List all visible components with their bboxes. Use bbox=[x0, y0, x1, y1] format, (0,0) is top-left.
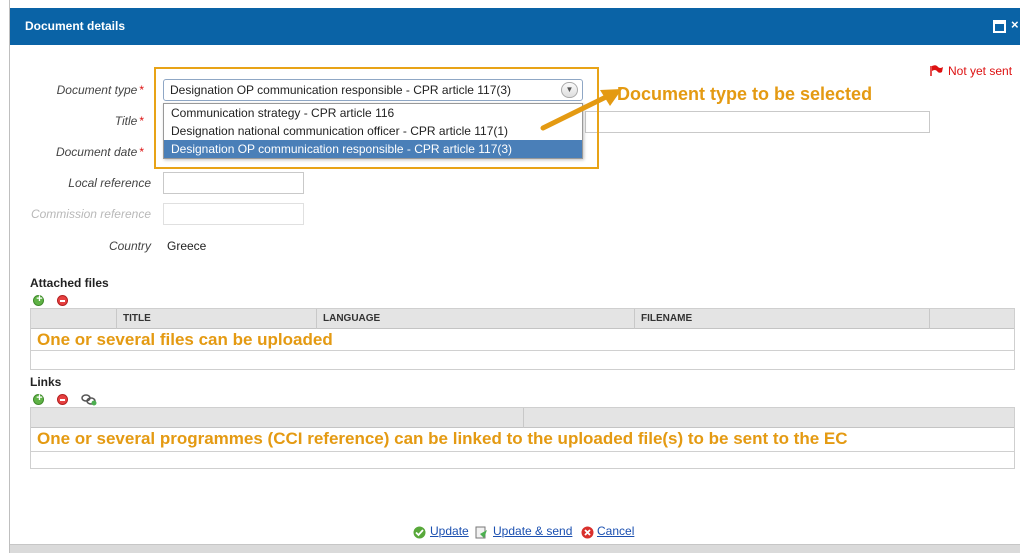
document-type-options: Communication strategy - CPR article 116… bbox=[163, 103, 583, 159]
check-icon bbox=[413, 526, 426, 539]
title-label: Title * bbox=[0, 114, 144, 128]
dialog-footer: Update Update & send Cancel bbox=[10, 524, 1020, 553]
send-icon bbox=[475, 526, 487, 539]
document-type-select[interactable]: Designation OP communication responsible… bbox=[163, 79, 583, 101]
local-reference-input[interactable] bbox=[163, 172, 304, 194]
dialog-title: Document details bbox=[25, 19, 126, 33]
add-file-icon[interactable] bbox=[33, 293, 45, 306]
close-icon[interactable]: × bbox=[1011, 17, 1019, 32]
column-header bbox=[31, 408, 523, 428]
required-marker: * bbox=[139, 145, 144, 159]
column-header bbox=[523, 408, 1014, 428]
grid-row-divider bbox=[31, 451, 1014, 452]
remove-link-icon[interactable] bbox=[57, 394, 68, 405]
required-marker: * bbox=[139, 114, 144, 128]
annotation-files: One or several files can be uploaded bbox=[37, 330, 333, 349]
flag-icon bbox=[930, 65, 943, 76]
remove-file-icon[interactable] bbox=[57, 295, 68, 306]
title-input[interactable] bbox=[585, 111, 930, 133]
local-reference-label: Local reference bbox=[68, 176, 151, 190]
status-text: Not yet sent bbox=[948, 64, 1013, 78]
commission-reference-input bbox=[163, 203, 304, 225]
status-badge: Not yet sent bbox=[930, 64, 1012, 78]
column-header-title[interactable]: TITLE bbox=[116, 309, 316, 329]
document-date-label: Document date * bbox=[0, 145, 144, 159]
document-details-dialog: Document details × Not yet sent Document… bbox=[10, 0, 1020, 553]
grid-row-divider bbox=[31, 350, 1014, 351]
document-type-label: Document type * bbox=[0, 83, 144, 97]
footer-bar bbox=[10, 544, 1020, 553]
document-type-selected-value: Designation OP communication responsible… bbox=[170, 83, 512, 97]
dialog-titlebar: Document details × bbox=[10, 8, 1020, 45]
add-link-icon[interactable] bbox=[33, 392, 45, 405]
required-marker: * bbox=[139, 83, 144, 97]
cancel-icon bbox=[581, 526, 594, 539]
document-type-option-selected[interactable]: Designation OP communication responsible… bbox=[164, 140, 582, 158]
maximize-icon[interactable] bbox=[993, 20, 1006, 33]
country-value: Greece bbox=[167, 239, 207, 253]
attached-files-header: TITLE LANGUAGE FILENAME bbox=[31, 309, 1014, 329]
commission-reference-label: Commission reference bbox=[30, 207, 151, 221]
document-type-option[interactable]: Designation national communication offic… bbox=[164, 122, 582, 140]
cancel-button[interactable]: Cancel bbox=[597, 524, 634, 538]
annotation-document-type: Document type to be selected bbox=[617, 84, 873, 104]
title-label-text: Title bbox=[114, 114, 138, 128]
link-chain-icon[interactable] bbox=[81, 393, 97, 406]
update-button[interactable]: Update bbox=[430, 524, 469, 538]
document-date-label-text: Document date bbox=[55, 145, 138, 159]
country-label: Country bbox=[108, 239, 151, 253]
links-title: Links bbox=[30, 375, 62, 389]
annotation-arrow-icon bbox=[540, 89, 622, 131]
column-header-language[interactable]: LANGUAGE bbox=[316, 309, 634, 329]
column-header-filename[interactable]: FILENAME bbox=[634, 309, 929, 329]
update-and-send-button[interactable]: Update & send bbox=[493, 524, 572, 538]
document-type-label-text: Document type bbox=[56, 83, 138, 97]
column-header bbox=[929, 309, 1014, 329]
attached-files-title: Attached files bbox=[30, 276, 109, 290]
links-header bbox=[31, 408, 1014, 428]
document-type-option[interactable]: Communication strategy - CPR article 116 bbox=[164, 104, 582, 122]
annotation-links: One or several programmes (CCI reference… bbox=[37, 429, 848, 448]
column-header bbox=[31, 309, 116, 329]
